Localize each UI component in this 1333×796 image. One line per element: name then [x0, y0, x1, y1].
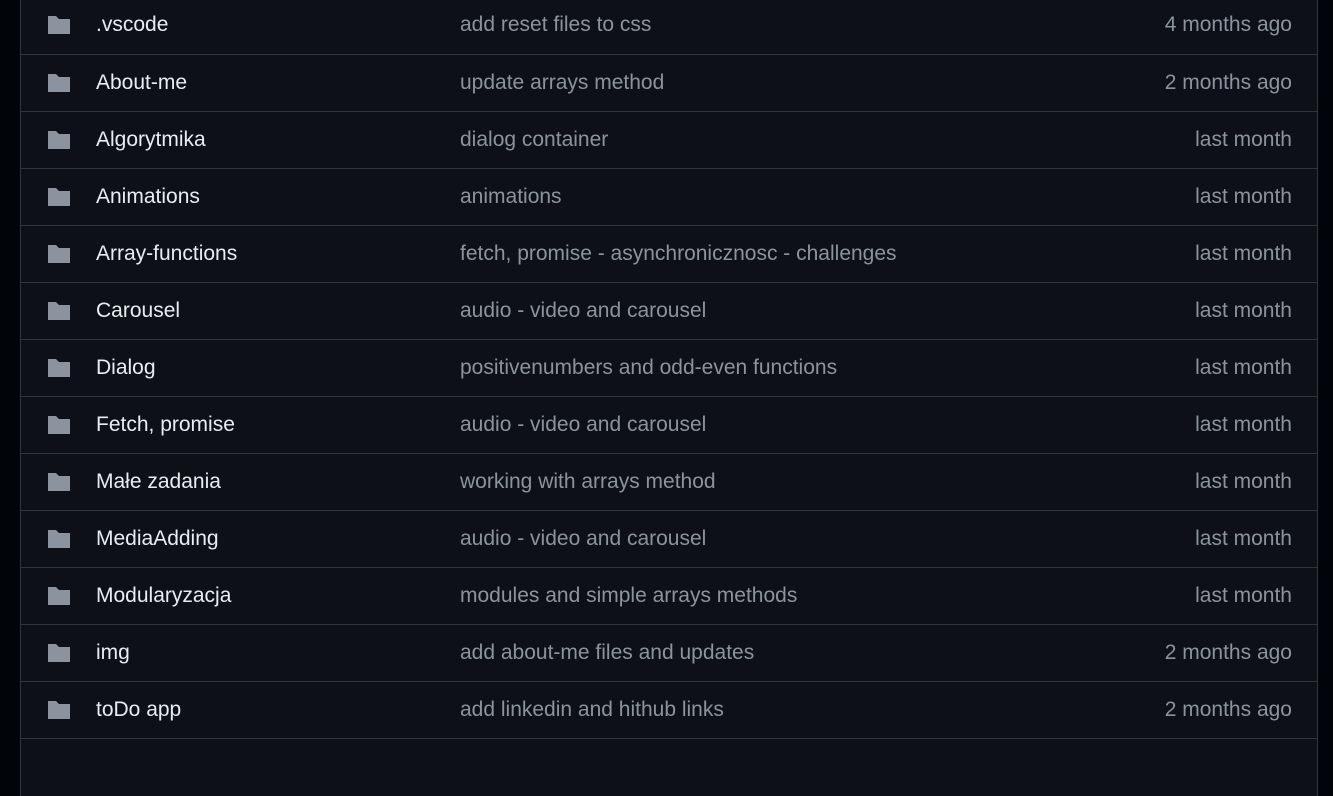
file-name[interactable]: Animations — [96, 185, 200, 209]
commit-message[interactable]: fetch, promise - asynchronicznosc - chal… — [460, 242, 897, 266]
commit-message[interactable]: add about-me files and updates — [460, 641, 754, 665]
file-row-male-zadania[interactable]: Małe zadania working with arrays method … — [21, 453, 1317, 510]
commit-age: last month — [1195, 299, 1292, 322]
commit-message[interactable]: positivenumbers and odd-even functions — [460, 356, 837, 380]
file-name[interactable]: Modularyzacja — [96, 584, 231, 608]
commit-message[interactable]: modules and simple arrays methods — [460, 584, 797, 608]
folder-icon — [48, 245, 70, 263]
folder-icon — [48, 587, 70, 605]
commit-message[interactable]: update arrays method — [460, 71, 664, 95]
folder-icon — [48, 359, 70, 377]
folder-icon — [48, 416, 70, 434]
commit-message[interactable]: dialog container — [460, 128, 608, 152]
file-row-vscode[interactable]: .vscode add reset files to css 4 months … — [21, 0, 1317, 54]
file-name[interactable]: Array-functions — [96, 242, 237, 266]
folder-icon — [48, 302, 70, 320]
file-name[interactable]: Dialog — [96, 356, 156, 380]
file-list: .vscode add reset files to css 4 months … — [20, 0, 1318, 796]
commit-age: 2 months ago — [1164, 698, 1292, 721]
file-row-carousel[interactable]: Carousel audio - video and carousel last… — [21, 282, 1317, 339]
file-name[interactable]: toDo app — [96, 698, 181, 722]
folder-icon — [48, 74, 70, 92]
folder-icon — [48, 16, 70, 34]
file-row-todo-app[interactable]: toDo app add linkedin and hithub links 2… — [21, 681, 1317, 738]
folder-icon — [48, 188, 70, 206]
file-row-animations[interactable]: Animations animations last month — [21, 168, 1317, 225]
file-row-array-functions[interactable]: Array-functions fetch, promise - asynchr… — [21, 225, 1317, 282]
file-name[interactable]: Carousel — [96, 299, 180, 323]
commit-age: last month — [1195, 242, 1292, 265]
file-row-modularyzacja[interactable]: Modularyzacja modules and simple arrays … — [21, 567, 1317, 624]
commit-message[interactable]: add linkedin and hithub links — [460, 698, 724, 722]
commit-message[interactable]: working with arrays method — [460, 470, 716, 494]
file-name[interactable]: Algorytmika — [96, 128, 206, 152]
file-name[interactable]: Fetch, promise — [96, 413, 235, 437]
commit-message[interactable]: add reset files to css — [460, 13, 651, 37]
file-name[interactable]: img — [96, 641, 130, 665]
commit-message[interactable]: audio - video and carousel — [460, 299, 706, 323]
folder-icon — [48, 530, 70, 548]
commit-age: 2 months ago — [1164, 641, 1292, 664]
file-row-img[interactable]: img add about-me files and updates 2 mon… — [21, 624, 1317, 681]
commit-message[interactable]: animations — [460, 185, 562, 209]
commit-age: last month — [1195, 128, 1292, 151]
file-name[interactable]: .vscode — [96, 13, 168, 37]
file-row-algorytmika[interactable]: Algorytmika dialog container last month — [21, 111, 1317, 168]
file-row-fetch-promise[interactable]: Fetch, promise audio - video and carouse… — [21, 396, 1317, 453]
file-row-partial — [21, 738, 1317, 795]
folder-icon — [48, 473, 70, 491]
file-name[interactable]: MediaAdding — [96, 527, 219, 551]
commit-age: last month — [1195, 413, 1292, 436]
folder-icon — [48, 644, 70, 662]
commit-message[interactable]: audio - video and carousel — [460, 413, 706, 437]
commit-age: last month — [1195, 470, 1292, 493]
folder-icon — [48, 701, 70, 719]
file-row-dialog[interactable]: Dialog positivenumbers and odd-even func… — [21, 339, 1317, 396]
commit-age: last month — [1195, 527, 1292, 550]
file-name[interactable]: About-me — [96, 71, 187, 95]
commit-age: 4 months ago — [1164, 13, 1292, 36]
commit-age: last month — [1195, 584, 1292, 607]
commit-message[interactable]: audio - video and carousel — [460, 527, 706, 551]
commit-age: 2 months ago — [1164, 71, 1292, 94]
file-row-about-me[interactable]: About-me update arrays method 2 months a… — [21, 54, 1317, 111]
file-row-mediaadding[interactable]: MediaAdding audio - video and carousel l… — [21, 510, 1317, 567]
commit-age: last month — [1195, 185, 1292, 208]
folder-icon — [48, 131, 70, 149]
commit-age: last month — [1195, 356, 1292, 379]
file-name[interactable]: Małe zadania — [96, 470, 221, 494]
